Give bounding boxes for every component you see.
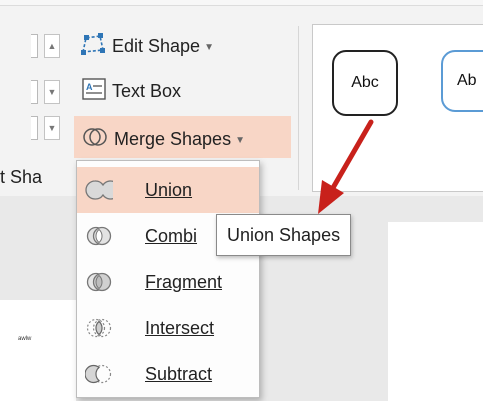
annotation-arrow (318, 119, 374, 214)
